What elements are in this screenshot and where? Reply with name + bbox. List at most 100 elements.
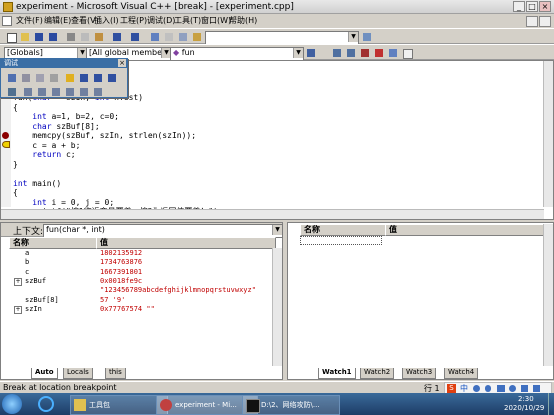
variable-row[interactable]: a 1802135912 <box>1 249 271 258</box>
keyboard-icon[interactable] <box>497 385 505 392</box>
step-into-icon[interactable] <box>77 71 91 85</box>
show-next-statement-icon[interactable] <box>63 71 77 85</box>
code-line[interactable]: } <box>13 160 18 170</box>
chevron-down-icon[interactable]: ▼ <box>272 225 282 235</box>
maximize-button[interactable]: □ <box>526 1 538 12</box>
show-desktop-button[interactable] <box>548 393 554 415</box>
find-icon[interactable] <box>360 30 374 44</box>
function-combo[interactable]: ◆ fun ▼ <box>170 47 304 61</box>
undo-icon[interactable] <box>110 30 124 44</box>
step-out-icon[interactable] <box>105 71 119 85</box>
menu-edit[interactable]: 编辑(E) <box>44 15 71 27</box>
start-button[interactable] <box>2 394 22 414</box>
watch-tab-watch2[interactable]: Watch2 <box>360 368 395 379</box>
minimize-button[interactable]: _ <box>513 1 525 12</box>
close-icon[interactable]: × <box>118 59 126 67</box>
insert-breakpoint-icon[interactable] <box>400 46 414 60</box>
variables-tab-auto[interactable]: Auto <box>31 368 58 379</box>
go-icon[interactable] <box>386 46 400 60</box>
code-line[interactable]: { <box>13 103 18 113</box>
code-line[interactable]: c = a + b; <box>13 141 80 151</box>
punctuation-icon[interactable] <box>473 385 480 392</box>
chevron-down-icon[interactable]: ▼ <box>293 48 303 58</box>
build-icon[interactable] <box>344 46 358 60</box>
menu-tools[interactable]: 工具(T) <box>174 15 201 27</box>
variables-vertical-scrollbar[interactable] <box>272 248 282 366</box>
watch-icon[interactable] <box>21 85 35 99</box>
wizard-action-icon[interactable] <box>304 46 318 60</box>
apply-code-changes-icon[interactable] <box>47 71 61 85</box>
break-icon[interactable] <box>33 71 47 85</box>
stop-debugging-icon[interactable] <box>19 71 33 85</box>
menu-insert[interactable]: 插入(I) <box>94 15 119 27</box>
skin-icon[interactable] <box>509 385 516 392</box>
code-line[interactable]: char szBuf[8]; <box>13 122 99 132</box>
copy-icon[interactable] <box>78 30 92 44</box>
stop-build-icon[interactable] <box>358 46 372 60</box>
memory-icon[interactable] <box>63 85 77 99</box>
variable-row[interactable]: szBuf[8] 57 '9' <box>1 296 271 305</box>
taskbar-item-toolkit[interactable]: 工具包 <box>70 395 168 415</box>
watch-tab-watch4[interactable]: Watch4 <box>444 368 479 379</box>
menu-project[interactable]: 工程(P) <box>120 15 147 27</box>
watch-tab-watch1[interactable]: Watch1 <box>318 368 356 379</box>
redo-icon[interactable] <box>128 30 142 44</box>
code-line[interactable]: int i = 0, j = 0; <box>13 198 114 208</box>
variables-tab-this[interactable]: this <box>105 368 126 379</box>
save-icon[interactable] <box>32 30 46 44</box>
find-in-files-icon[interactable] <box>190 30 204 44</box>
expand-icon[interactable]: + <box>14 277 22 286</box>
window-list-icon[interactable] <box>176 30 190 44</box>
variables-tab-locals[interactable]: Locals <box>63 368 93 379</box>
chevron-down-icon[interactable]: ▼ <box>348 32 358 42</box>
debug-toolbar[interactable]: 调试 × <box>0 58 128 98</box>
menu-debug[interactable]: 调试(D) <box>147 15 175 27</box>
close-button[interactable]: × <box>539 1 551 12</box>
code-line[interactable]: memcpy(szBuf, szIn, strlen(szIn)); <box>13 131 196 141</box>
menu-help[interactable]: 帮助(H) <box>229 15 257 27</box>
context-combo[interactable]: fun(char *, int) ▼ <box>43 224 283 238</box>
registers-icon[interactable] <box>49 85 63 99</box>
debug-toolbar-caption[interactable]: 调试 × <box>1 59 127 68</box>
quickwatch-icon[interactable] <box>5 85 19 99</box>
output-icon[interactable] <box>162 30 176 44</box>
code-line[interactable]: int main() <box>13 179 61 189</box>
mdi-restore-button[interactable] <box>526 16 538 27</box>
restart-icon[interactable] <box>5 71 19 85</box>
workspace-icon[interactable] <box>148 30 162 44</box>
execute-icon[interactable] <box>372 46 386 60</box>
sogou-ime-icon[interactable]: S <box>447 384 456 393</box>
find-combo[interactable]: ▼ <box>205 31 359 45</box>
variable-row[interactable]: + szIn 0x77767574 "" <box>1 305 271 314</box>
variables-name-header[interactable]: 名称 <box>9 237 101 249</box>
code-line[interactable]: int a=1, b=2, c=0; <box>13 112 119 122</box>
editor-horizontal-scrollbar[interactable] <box>1 209 544 219</box>
variables-value-header[interactable]: 值 <box>96 237 276 249</box>
cut-icon[interactable] <box>64 30 78 44</box>
taskbar-item-cmd[interactable]: D:\2、网络攻防\... <box>242 395 340 415</box>
code-line[interactable]: { <box>13 188 18 198</box>
variable-row[interactable]: + szBuf 0x0018fe9c <box>1 277 271 286</box>
variable-row[interactable]: b 1734763876 <box>1 258 271 267</box>
watch-name-header[interactable]: 名称 <box>300 224 390 236</box>
code-line[interactable]: return c; <box>13 150 75 160</box>
call-stack-icon[interactable] <box>77 85 91 99</box>
compile-icon[interactable] <box>330 46 344 60</box>
variable-row[interactable]: c 1667391801 <box>1 268 271 277</box>
watch-tab-watch3[interactable]: Watch3 <box>402 368 437 379</box>
menu-file[interactable]: 文件(F) <box>16 15 43 27</box>
watch-value-header[interactable]: 值 <box>385 224 548 236</box>
expand-icon[interactable]: + <box>14 305 22 314</box>
save-all-icon[interactable] <box>46 30 60 44</box>
microphone-icon[interactable] <box>485 385 491 392</box>
editor-vertical-scrollbar[interactable] <box>543 61 553 207</box>
paste-icon[interactable] <box>92 30 106 44</box>
open-folder-icon[interactable] <box>18 30 32 44</box>
disassembly-icon[interactable] <box>91 85 105 99</box>
step-over-icon[interactable] <box>91 71 105 85</box>
variables-icon[interactable] <box>35 85 49 99</box>
breakpoint-icon[interactable] <box>2 132 9 139</box>
ie-icon[interactable] <box>38 396 54 412</box>
mdi-close-button[interactable] <box>539 16 551 27</box>
toolbox-icon[interactable] <box>521 385 528 392</box>
